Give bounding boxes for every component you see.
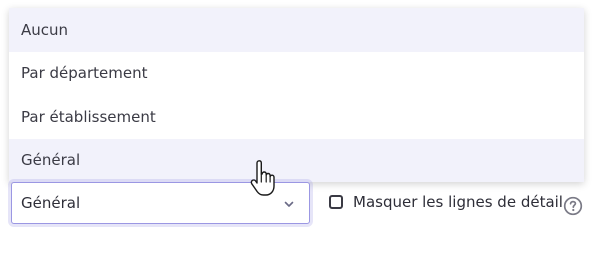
hide-detail-lines-label: Masquer les lignes de détail	[353, 193, 563, 211]
chevron-down-icon	[284, 201, 294, 207]
hand-pointer-icon	[250, 160, 275, 196]
hide-detail-lines-checkbox[interactable]	[329, 195, 343, 209]
option-label: Par département	[21, 64, 148, 83]
option-par-etablissement[interactable]: Par établissement	[9, 95, 584, 139]
hide-detail-lines-option[interactable]: Masquer les lignes de détail	[329, 193, 563, 211]
grouping-dropdown-list: Aucun Par département Par établissement …	[9, 8, 584, 182]
option-label: Général	[21, 151, 81, 170]
report-options-panel: Aucun Par département Par établissement …	[0, 0, 603, 254]
option-label: Aucun	[21, 20, 69, 39]
option-label: Par établissement	[21, 107, 156, 126]
select-value: Général	[21, 194, 81, 212]
option-par-departement[interactable]: Par département	[9, 52, 584, 96]
option-aucun[interactable]: Aucun	[9, 8, 584, 52]
option-general[interactable]: Général	[9, 138, 584, 182]
question-circle-icon[interactable]	[563, 196, 583, 216]
